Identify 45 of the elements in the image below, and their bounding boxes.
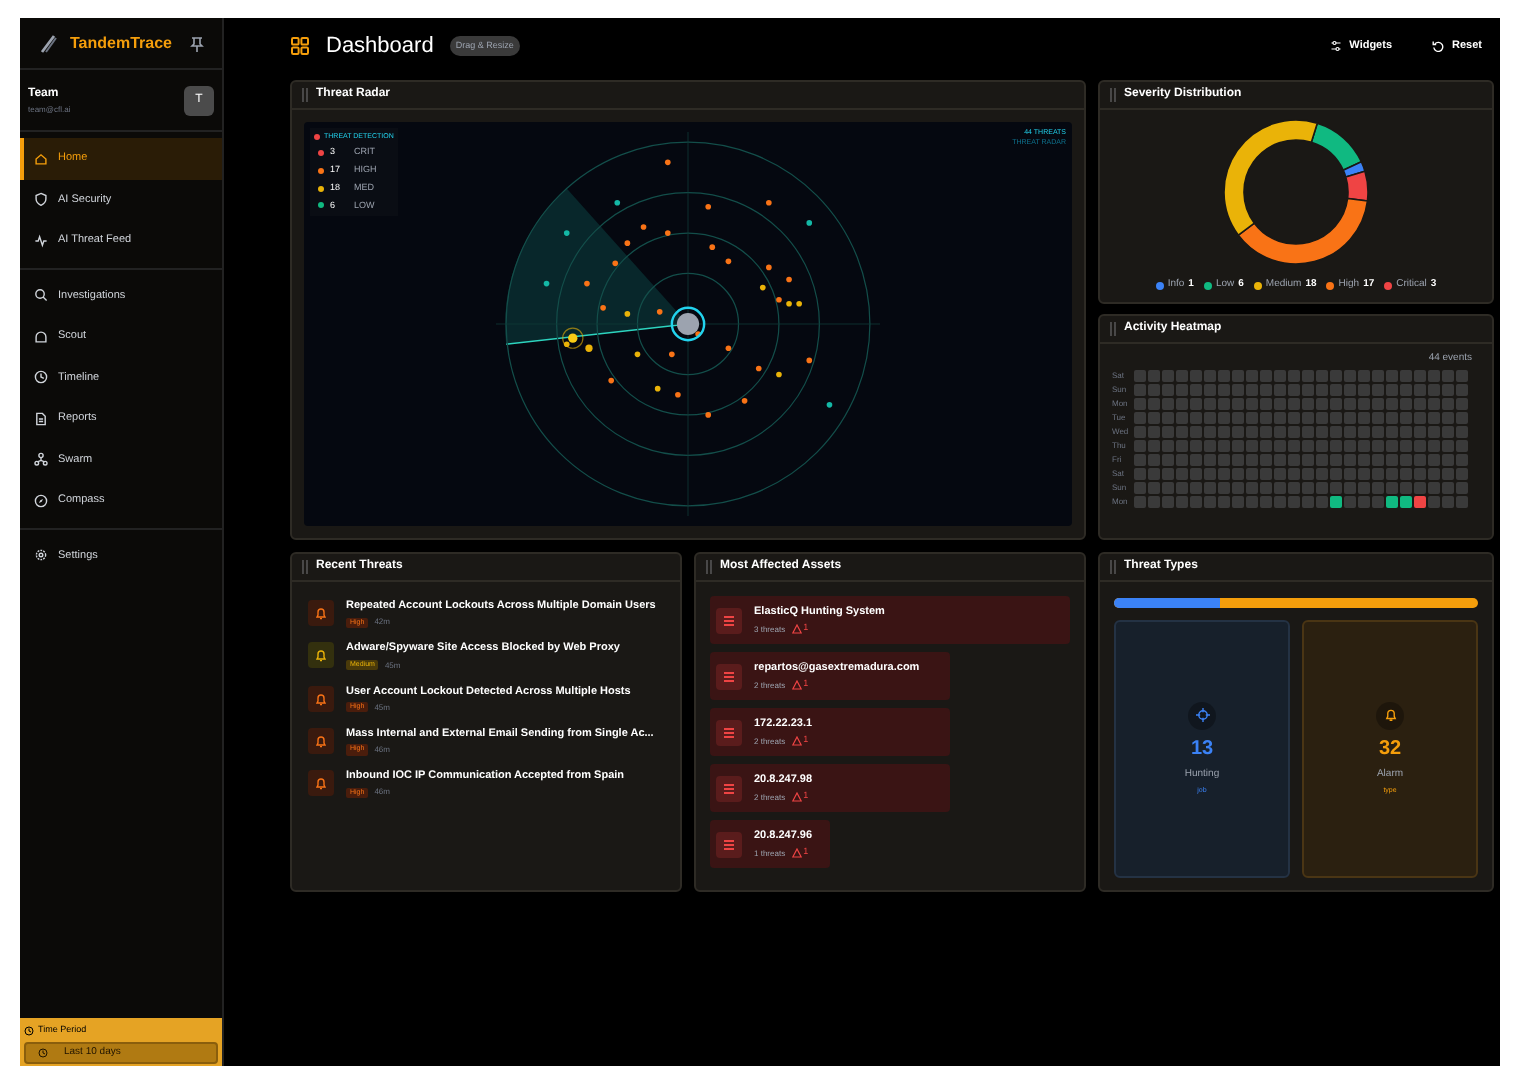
dome-icon [34,329,48,344]
sliders-icon [1329,40,1342,52]
pulse-icon [34,233,48,248]
brand-name: TandemTrace [70,31,174,55]
shield-icon [34,192,48,207]
server-icon [722,669,736,683]
drag-handle-icon[interactable] [302,560,308,574]
bell-icon [1383,708,1397,723]
crosshair-icon [1195,708,1209,723]
clock-icon [34,370,48,385]
warning-icon [791,624,802,635]
home-icon [34,151,48,166]
bell-icon [314,648,328,663]
clock-icon [24,1026,34,1037]
stat-value: 13 [1190,735,1214,764]
drag-handle-icon[interactable] [1110,560,1116,574]
document-icon [34,411,48,426]
bell-icon [314,733,328,748]
dashboard-icon [290,36,310,56]
server-icon [722,781,736,795]
status-dot [314,134,320,141]
bell-icon [314,691,328,706]
clock-icon [38,1048,48,1058]
logo-icon [38,33,58,53]
search-icon [34,288,48,303]
drag-handle-icon[interactable] [1110,322,1116,336]
warning-icon [791,848,802,859]
drag-handle-icon[interactable] [1110,88,1116,102]
pin-icon [190,35,204,51]
drag-handle-icon[interactable] [706,560,712,574]
reset-icon [1432,40,1445,52]
drag-handle-icon[interactable] [302,88,308,102]
server-icon [722,613,736,627]
page-title: Dashboard [326,31,434,62]
warning-icon [791,792,802,803]
server-icon [722,837,736,851]
settings-icon [34,548,48,563]
network-icon [34,452,48,467]
compass-icon [34,493,48,508]
bell-icon [314,776,328,791]
stat-value: 32 [1378,735,1402,764]
bell-icon [314,606,328,621]
warning-icon [791,680,802,691]
server-icon [722,725,736,739]
warning-icon [791,736,802,747]
